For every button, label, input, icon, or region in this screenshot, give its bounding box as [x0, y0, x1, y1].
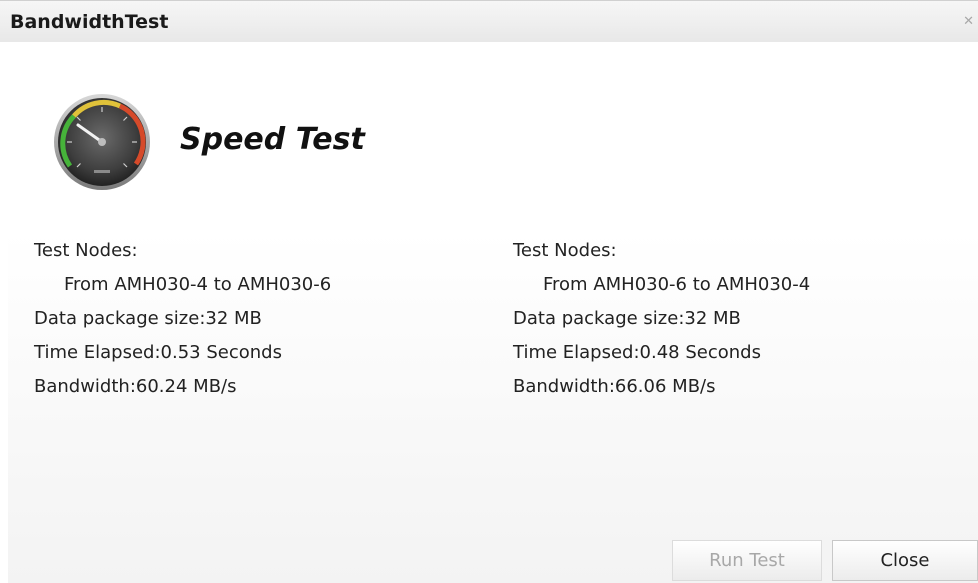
dialog-title: BandwidthTest: [10, 11, 169, 33]
test-nodes-label: Test Nodes:: [34, 240, 138, 261]
bandwidth-row: Bandwidth:66.06 MB/s: [513, 370, 810, 404]
time-elapsed-row: Time Elapsed:0.53 Seconds: [34, 336, 331, 370]
result-panel-right: Test Nodes: From AMH030-6 to AMH030-4 Da…: [513, 234, 810, 404]
speedometer-icon: [54, 94, 150, 190]
test-route: From AMH030-4 to AMH030-6: [64, 274, 332, 295]
run-test-button[interactable]: Run Test: [672, 540, 822, 581]
package-size-row: Data package size:32 MB: [513, 302, 810, 336]
bandwidth-row: Bandwidth:60.24 MB/s: [34, 370, 331, 404]
test-nodes-label: Test Nodes:: [513, 240, 617, 261]
package-size-label: Data package size:: [34, 308, 206, 329]
bandwidth-test-dialog: BandwidthTest ✕ Speed Test Test Nodes: F…: [0, 0, 978, 583]
bandwidth-value: 60.24 MB/s: [135, 376, 237, 397]
package-size-label: Data package size:: [513, 308, 685, 329]
package-size-row: Data package size:32 MB: [34, 302, 331, 336]
result-panel-left: Test Nodes: From AMH030-4 to AMH030-6 Da…: [34, 234, 331, 404]
dialog-body: Speed Test Test Nodes: From AMH030-4 to …: [8, 42, 978, 583]
time-elapsed-row: Time Elapsed:0.48 Seconds: [513, 336, 810, 370]
time-elapsed-label: Time Elapsed:: [513, 342, 640, 363]
title-bar: BandwidthTest ✕: [0, 0, 978, 42]
test-route: From AMH030-6 to AMH030-4: [543, 274, 811, 295]
bandwidth-label: Bandwidth:: [513, 376, 615, 397]
time-elapsed-label: Time Elapsed:: [34, 342, 161, 363]
bandwidth-value: 66.06 MB/s: [614, 376, 716, 397]
time-elapsed-value: 0.48 Seconds: [639, 342, 761, 363]
close-icon[interactable]: ✕: [963, 14, 974, 29]
time-elapsed-value: 0.53 Seconds: [160, 342, 282, 363]
bandwidth-label: Bandwidth:: [34, 376, 136, 397]
speed-test-heading: Speed Test: [180, 122, 365, 157]
package-size-value: 32 MB: [205, 308, 262, 329]
package-size-value: 32 MB: [684, 308, 741, 329]
close-button[interactable]: Close: [832, 540, 978, 581]
